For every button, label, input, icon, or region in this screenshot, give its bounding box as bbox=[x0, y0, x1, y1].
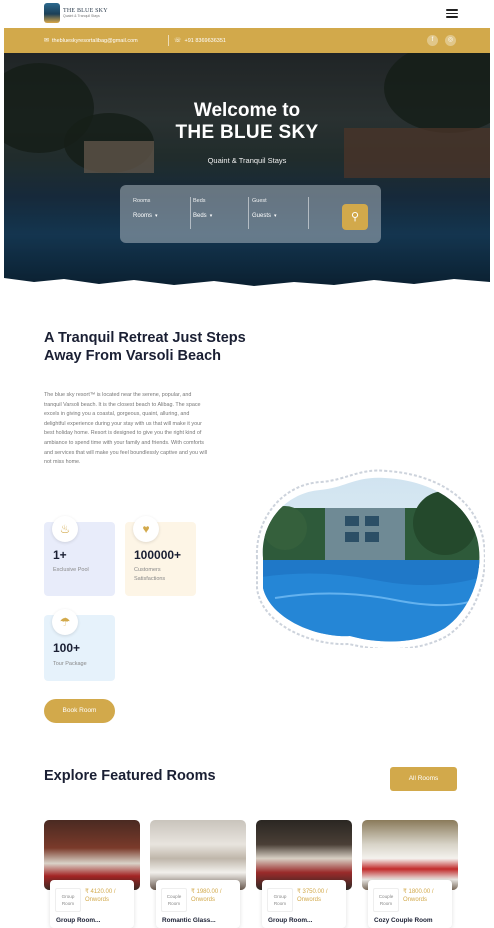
room-type: Group Room bbox=[267, 888, 293, 912]
stat-number: 1+ bbox=[53, 548, 67, 562]
hero-title-line1: Welcome to bbox=[193, 100, 301, 121]
beach-umbrella-icon: ☂ bbox=[52, 609, 78, 635]
site-header: THE BLUE SKY Quaint & Tranquil Stays bbox=[0, 0, 494, 28]
menu-hamburger-icon[interactable] bbox=[446, 9, 458, 18]
hero-title-line2: THE BLUE SKY bbox=[175, 122, 319, 143]
room-price: ₹ 1800.00 / Onwords bbox=[403, 889, 434, 903]
logo-mark-icon bbox=[44, 3, 60, 23]
about-description: The blue sky resort™ is located near the… bbox=[44, 392, 208, 466]
brand-logo[interactable]: THE BLUE SKY Quaint & Tranquil Stays bbox=[44, 3, 108, 23]
divider bbox=[168, 35, 169, 46]
room-type: Couple Room bbox=[373, 888, 399, 912]
chevron-down-icon: ▾ bbox=[274, 213, 277, 219]
room-name: Cozy Couple Room bbox=[374, 917, 433, 924]
room-price: ₹ 4120.00 / Onwords bbox=[85, 889, 116, 903]
stat-caption: Customers Satisfactions bbox=[134, 567, 166, 582]
booking-search-box: Rooms Rooms ▾ Beds Beds ▾ Guest Guests ▾ ⚲ bbox=[120, 185, 381, 243]
phone-icon: ☏ bbox=[174, 38, 182, 44]
book-room-button[interactable]: Book Room bbox=[44, 699, 115, 723]
stat-card-pool: ♨ 1+ Exclusive Pool bbox=[44, 516, 115, 596]
phone-text: +91 8369636351 bbox=[184, 37, 226, 44]
brush-edge-decoration bbox=[4, 278, 490, 292]
email-link[interactable]: ✉ theblueskyresortalibag@gmail.com bbox=[44, 37, 138, 45]
email-text: theblueskyresortalibag@gmail.com bbox=[52, 37, 138, 44]
chevron-down-icon: ▾ bbox=[155, 213, 158, 219]
room-type: Couple Room bbox=[161, 888, 187, 912]
hero-subtitle: Quaint & Tranquil Stays bbox=[207, 156, 287, 165]
room-card[interactable]: Couple Room ₹ 1800.00 / Onwords Cozy Cou… bbox=[362, 820, 458, 928]
stat-card-tours: ☂ 100+ Tour Package bbox=[44, 609, 115, 681]
hero-banner: Welcome to THE BLUE SKY Quaint & Tranqui… bbox=[4, 53, 490, 286]
rooms-select[interactable]: Rooms Rooms ▾ bbox=[133, 198, 158, 219]
beds-select[interactable]: Beds Beds ▾ bbox=[193, 198, 212, 219]
room-type: Group Room bbox=[55, 888, 81, 912]
room-price: ₹ 3750.00 / Onwords bbox=[297, 889, 328, 903]
stat-number: 100000+ bbox=[134, 548, 182, 562]
brand-tagline: Quaint & Tranquil Stays bbox=[63, 13, 100, 18]
search-button[interactable]: ⚲ bbox=[342, 204, 368, 230]
room-card[interactable]: Group Room ₹ 4120.00 / Onwords Group Roo… bbox=[44, 820, 140, 928]
brand-name: THE BLUE SKY bbox=[63, 7, 108, 14]
mail-icon: ✉ bbox=[44, 38, 50, 44]
about-title: A Tranquil Retreat Just Steps Away From … bbox=[44, 330, 246, 364]
stat-number: 100+ bbox=[53, 641, 81, 655]
phone-link[interactable]: ☏ +91 8369636351 bbox=[174, 37, 226, 45]
pool-icon: ♨ bbox=[52, 516, 78, 542]
room-card[interactable]: Couple Room ₹ 1980.00 / Onwords Romantic… bbox=[150, 820, 246, 928]
room-name: Group Room... bbox=[56, 917, 101, 924]
room-card[interactable]: Group Room ₹ 3750.00 / Onwords Group Roo… bbox=[256, 820, 352, 928]
rooms-section-title: Explore Featured Rooms bbox=[44, 768, 216, 784]
stat-card-customers: ♥ 100000+ Customers Satisfactions bbox=[125, 516, 196, 596]
stat-caption: Exclusive Pool bbox=[53, 567, 89, 573]
chevron-down-icon: ▾ bbox=[209, 213, 213, 219]
contact-bar: ✉ theblueskyresortalibag@gmail.com ☏ +91… bbox=[4, 28, 490, 53]
stat-caption: Tour Package bbox=[53, 661, 87, 667]
all-rooms-button[interactable]: All Rooms bbox=[390, 767, 457, 791]
facebook-icon[interactable]: f bbox=[427, 35, 438, 46]
room-name: Romantic Glass... bbox=[162, 917, 216, 924]
heart-icon: ♥ bbox=[133, 516, 159, 542]
search-icon: ⚲ bbox=[350, 211, 360, 223]
room-price: ₹ 1980.00 / Onwords bbox=[191, 889, 222, 903]
room-name: Group Room... bbox=[268, 917, 313, 924]
guests-select[interactable]: Guest Guests ▾ bbox=[252, 198, 277, 219]
instagram-icon[interactable]: ◎ bbox=[445, 35, 456, 46]
resort-pool-image bbox=[255, 468, 485, 648]
